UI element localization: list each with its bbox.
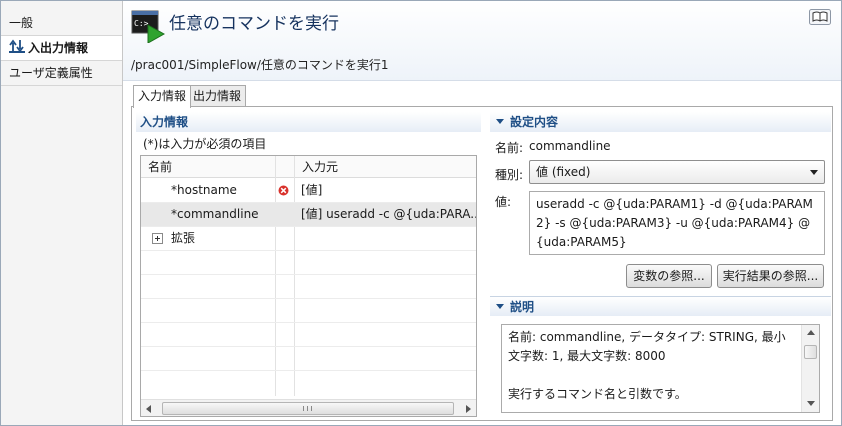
table-row-selected[interactable]: *commandline [値] useradd -c @{uda:PARA..…	[141, 203, 476, 226]
error-icon	[278, 185, 289, 196]
arrow-up-icon[interactable]	[807, 330, 815, 335]
sidebar-item-user-attributes[interactable]: ユーザ定義属性	[1, 61, 122, 85]
sidebar: 一般 入出力情報 ユーザ定義属性	[1, 1, 123, 425]
row-name: *hostname	[171, 183, 237, 197]
sidebar-item-general[interactable]: 一般	[1, 11, 122, 35]
collapse-triangle-icon	[496, 304, 504, 309]
variables-reference-button[interactable]: 変数の参照...	[626, 264, 712, 288]
section-title: 入力情報	[140, 115, 189, 129]
name-value: commandline	[529, 139, 611, 153]
value-label: 値:	[495, 195, 512, 209]
row-divider	[141, 298, 476, 299]
row-divider	[141, 322, 476, 323]
section-title: 設定内容	[510, 115, 559, 129]
column-header-source[interactable]: 入力元	[294, 156, 476, 178]
description-line: 実行するコマンド名と引数です。	[508, 387, 687, 401]
app-frame: 一般 入出力情報 ユーザ定義属性 C:>_ 任意のコマンドを実行 /prac00…	[0, 0, 842, 426]
description-section-header[interactable]: 説明	[490, 296, 831, 316]
row-divider	[141, 346, 476, 347]
sidebar-item-label: 入出力情報	[28, 41, 89, 55]
section-title: 説明	[510, 300, 535, 314]
column-header-name[interactable]: 名前	[141, 156, 294, 178]
expand-icon[interactable]	[152, 233, 163, 244]
io-arrows-icon	[9, 37, 25, 61]
row-name: *commandline	[171, 207, 259, 221]
value-textarea[interactable]: useradd -c @{uda:PARAM1} -d @{uda:PARAM2…	[529, 191, 825, 255]
page-title: 任意のコマンドを実行	[169, 14, 339, 34]
tab-output[interactable]: 出力情報	[188, 85, 247, 107]
row-name: 拡張	[171, 231, 196, 245]
horizontal-scrollbar[interactable]	[141, 399, 476, 416]
scrollbar-thumb[interactable]	[162, 402, 454, 415]
arrow-down-icon[interactable]	[807, 401, 815, 406]
sidebar-item-label: ユーザ定義属性	[9, 66, 93, 80]
table-row[interactable]: *hostname [値]	[141, 179, 476, 202]
sidebar-item-io[interactable]: 入出力情報	[1, 36, 122, 60]
description-line: 名前: commandline, データタイプ: STRING, 最小文字数: …	[508, 330, 786, 363]
required-note: (*)は入力が必須の項目	[143, 137, 267, 151]
page-header: C:>_ 任意のコマンドを実行 /prac001/SimpleFlow/任意のコ…	[123, 1, 841, 81]
type-select[interactable]: 値 (fixed)	[529, 160, 825, 184]
row-divider	[141, 250, 476, 251]
grip-icon	[303, 406, 312, 411]
sidebar-item-label: 一般	[9, 16, 34, 30]
row-source: [値] useradd -c @{uda:PARA...	[301, 207, 476, 221]
tab-input[interactable]: 入力情報	[133, 85, 192, 108]
arrow-right-icon	[466, 405, 471, 413]
collapse-triangle-icon	[496, 119, 504, 124]
row-divider	[141, 274, 476, 275]
vertical-scrollbar[interactable]	[801, 325, 819, 412]
scroll-right-button[interactable]	[459, 400, 476, 416]
tab-bar: 入力情報 出力情報	[131, 85, 833, 108]
type-label: 種別:	[495, 168, 524, 182]
description-text: 名前: commandline, データタイプ: STRING, 最小文字数: …	[501, 324, 820, 413]
command-prompt-icon: C:>_	[131, 10, 165, 43]
results-reference-button[interactable]: 実行結果の参照...	[717, 264, 824, 288]
input-section-header: 入力情報	[136, 112, 481, 132]
type-select-value: 値 (fixed)	[536, 165, 591, 179]
sidebar-divider	[1, 85, 122, 86]
row-source: [値]	[301, 183, 323, 197]
breadcrumb-path: /prac001/SimpleFlow/任意のコマンドを実行1	[131, 58, 389, 72]
row-divider	[141, 370, 476, 371]
arrow-left-icon	[146, 405, 151, 413]
scrollbar-thumb[interactable]	[804, 345, 817, 359]
input-table: 名前 入力元 *hostname [値] *commandline [値] us…	[140, 155, 477, 417]
scroll-left-button[interactable]	[141, 400, 158, 416]
settings-section-header[interactable]: 設定内容	[490, 112, 831, 132]
table-row[interactable]: 拡張	[141, 227, 476, 250]
name-label: 名前:	[495, 141, 524, 155]
chevron-down-icon	[810, 170, 818, 175]
help-book-icon[interactable]	[809, 9, 831, 25]
